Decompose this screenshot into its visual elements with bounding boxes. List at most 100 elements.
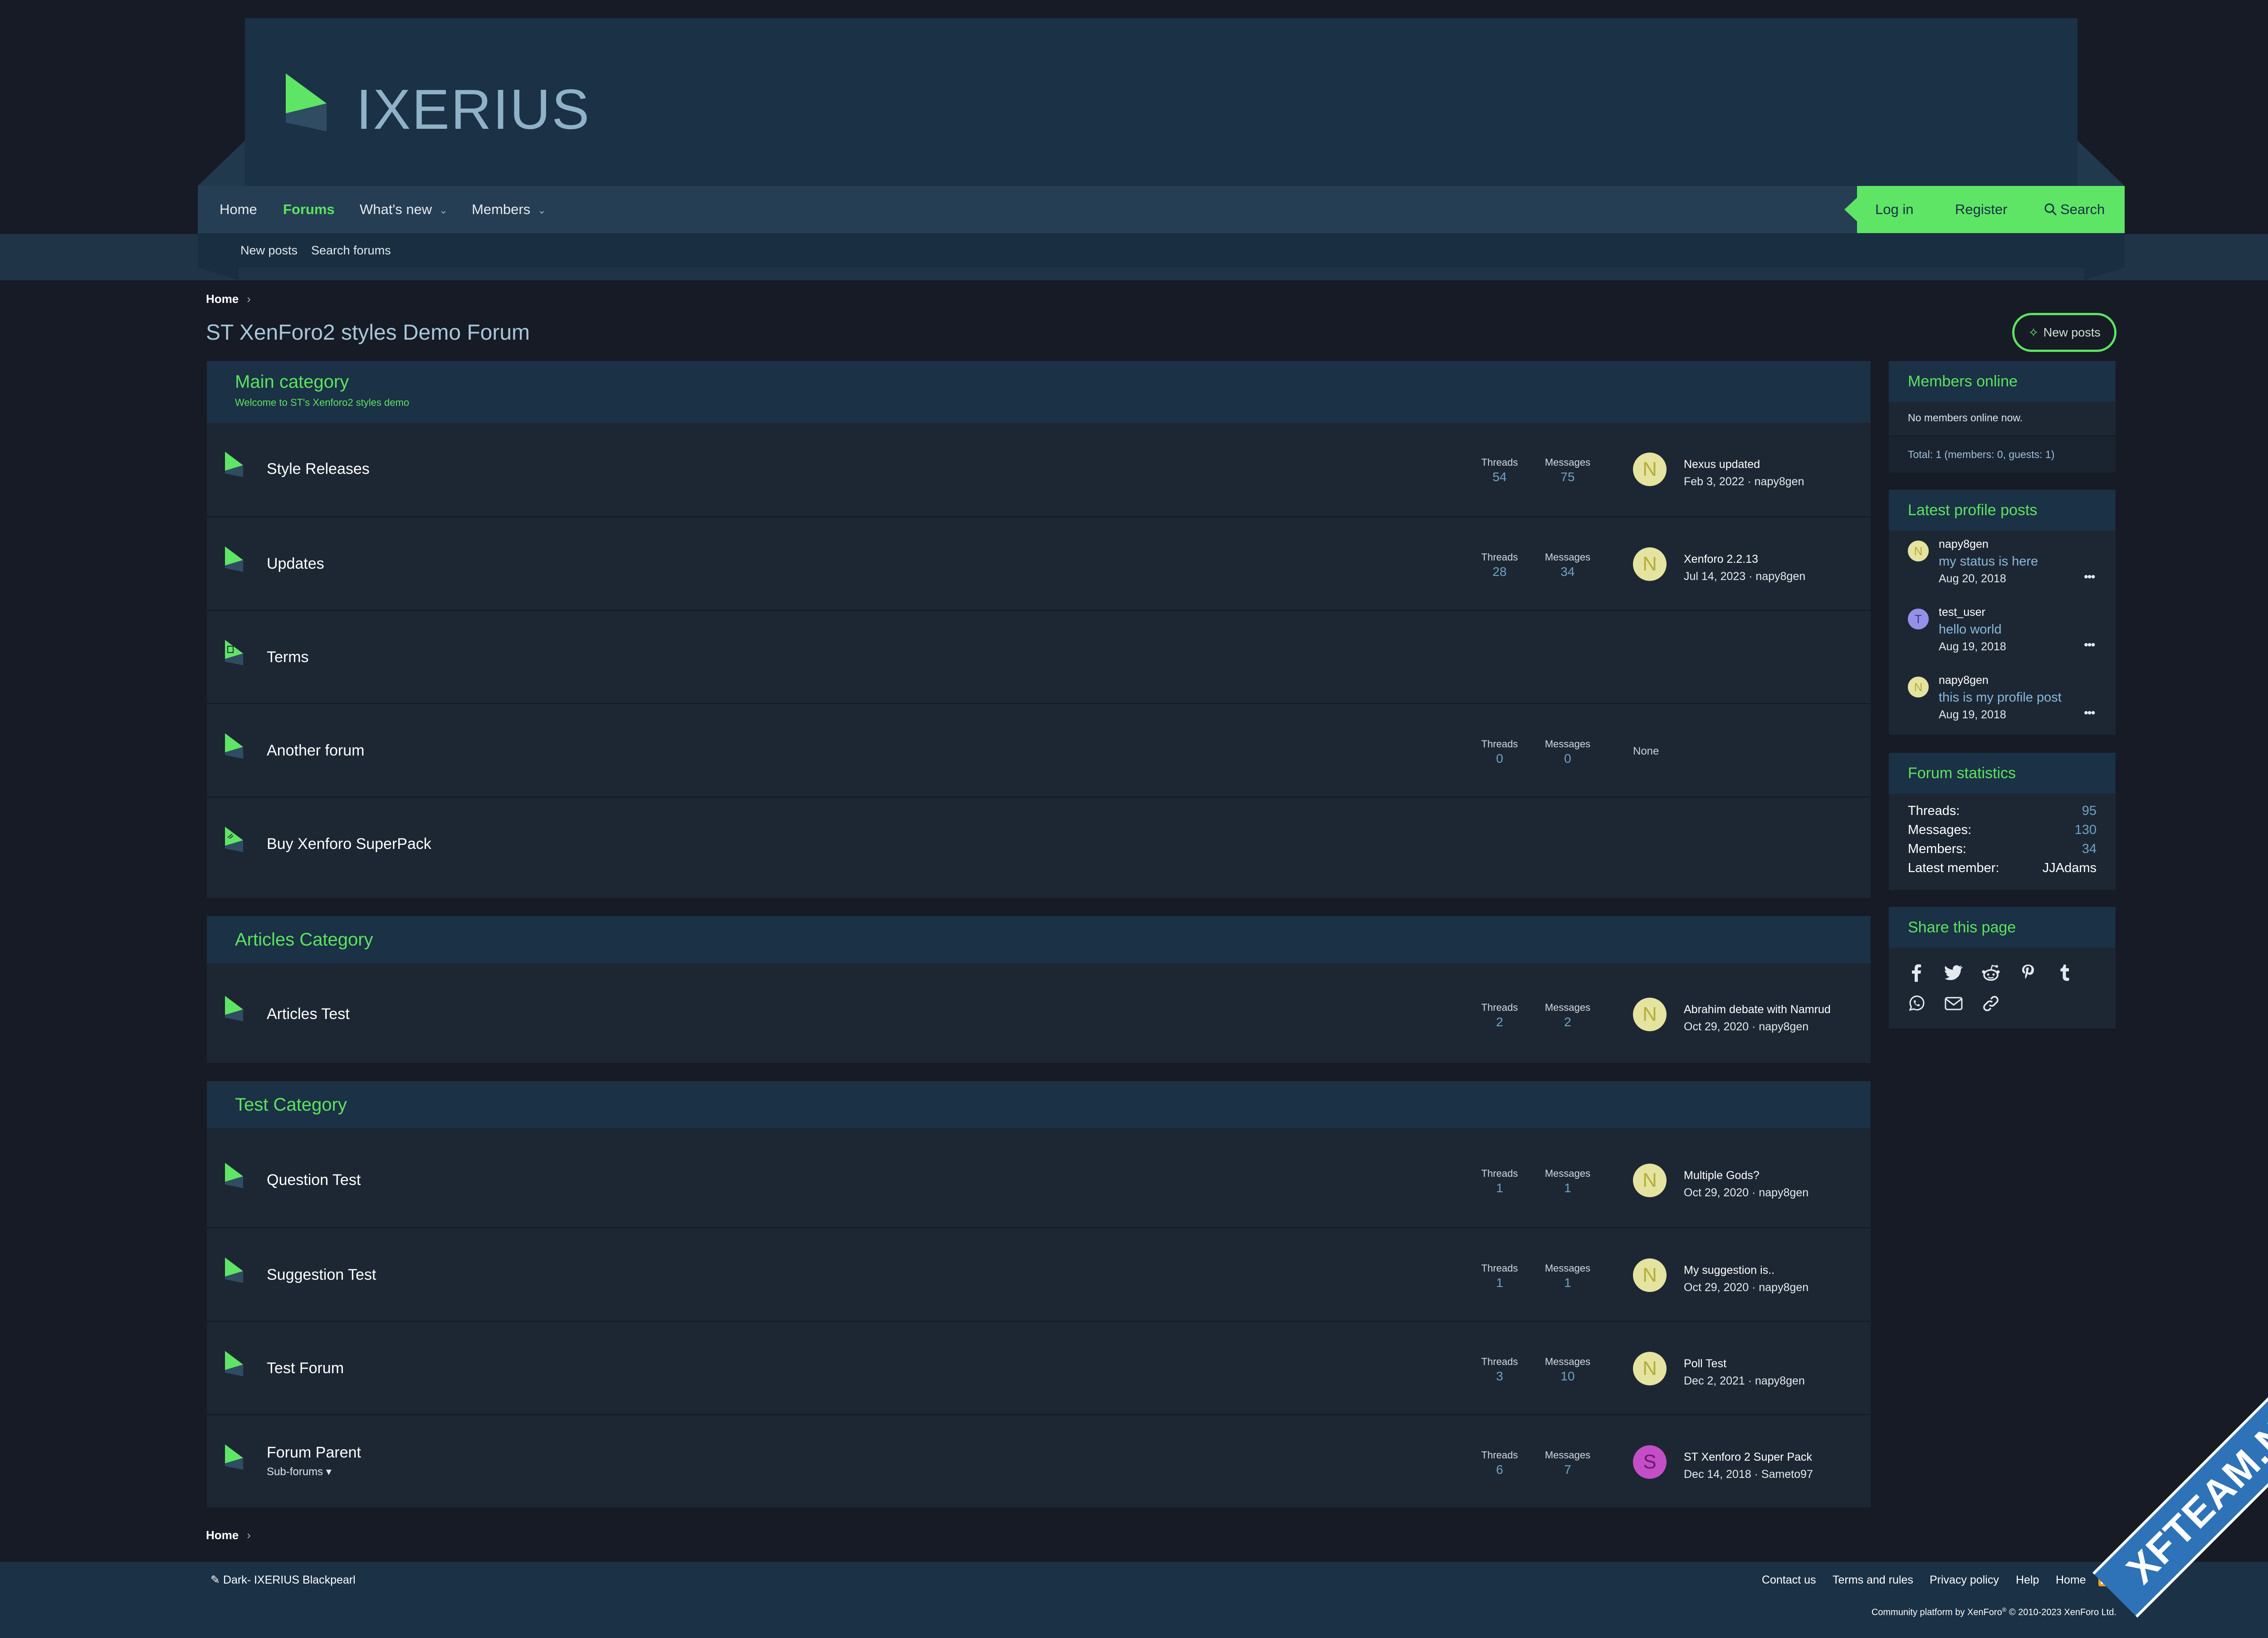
category-header: Articles Category bbox=[207, 916, 1871, 963]
logo-text[interactable]: IXERIUS bbox=[356, 80, 591, 140]
messages-stat: Messages 34 bbox=[1536, 551, 1599, 580]
block-title[interactable]: Latest profile posts bbox=[1908, 501, 2037, 520]
breadcrumb-home[interactable]: Home bbox=[206, 1528, 239, 1542]
avatar[interactable]: N bbox=[1633, 547, 1667, 581]
avatar[interactable]: N bbox=[1633, 998, 1667, 1031]
breadcrumb-home[interactable]: Home bbox=[206, 292, 239, 306]
nav-members[interactable]: Members ⌄ bbox=[472, 201, 546, 219]
last-post-title[interactable]: Poll Test bbox=[1684, 1356, 1726, 1371]
last-post-meta[interactable]: Feb 3, 2022 · napy8gen bbox=[1684, 474, 1804, 489]
forum-row: Suggestion Test Threads 1 Messages 1 N My … bbox=[207, 1227, 1871, 1320]
login-link[interactable]: Log in bbox=[1875, 201, 1913, 218]
subnav-new-posts[interactable]: New posts bbox=[240, 243, 298, 258]
breadcrumb[interactable]: Home › bbox=[206, 292, 251, 306]
avatar[interactable]: S bbox=[1633, 1445, 1667, 1479]
chevron-down-icon[interactable]: ⌄ bbox=[439, 202, 447, 219]
threads-stat: Threads 2 bbox=[1468, 1001, 1531, 1030]
profile-post-date[interactable]: Aug 19, 2018 bbox=[1939, 708, 2006, 722]
profile-post-date[interactable]: Aug 20, 2018 bbox=[1939, 572, 2006, 585]
pinterest-icon[interactable] bbox=[2017, 961, 2039, 984]
copyright[interactable]: Community platform by XenForo® © 2010-20… bbox=[1872, 1606, 2116, 1618]
nav-whats-new[interactable]: What's new ⌄ bbox=[360, 201, 448, 219]
messages-label: Messages bbox=[1545, 1449, 1591, 1461]
register-link[interactable]: Register bbox=[1955, 201, 2007, 218]
page-flag-icon bbox=[225, 640, 243, 665]
profile-post-date[interactable]: Aug 19, 2018 bbox=[1939, 640, 2006, 653]
last-post-title[interactable]: Nexus updated bbox=[1684, 457, 1760, 472]
profile-post-user[interactable]: napy8gen bbox=[1939, 674, 1989, 687]
forum-title[interactable]: Style Releases bbox=[267, 460, 370, 478]
auth-bar-notch bbox=[1844, 197, 1858, 222]
avatar[interactable]: N bbox=[1633, 1258, 1667, 1292]
last-post-meta[interactable]: Jul 14, 2023 · napy8gen bbox=[1684, 569, 1805, 584]
messages-value: 0 bbox=[1564, 751, 1571, 765]
forum-title[interactable]: Updates bbox=[267, 555, 324, 573]
avatar[interactable]: N bbox=[1908, 677, 1929, 697]
forum-title[interactable]: Buy Xenforo SuperPack bbox=[267, 835, 431, 853]
threads-value: 28 bbox=[1492, 565, 1507, 579]
footer-contact-us[interactable]: Contact us bbox=[1762, 1573, 1816, 1587]
last-post-meta[interactable]: Oct 29, 2020 · napy8gen bbox=[1684, 1185, 1809, 1200]
reddit-icon[interactable] bbox=[1980, 961, 2002, 984]
more-options-icon[interactable]: ••• bbox=[2084, 706, 2095, 720]
last-post-title[interactable]: ST Xenforo 2 Super Pack bbox=[1684, 1450, 1812, 1464]
latest-member-link[interactable]: JJAdams bbox=[2043, 861, 2097, 876]
messages-value: 34 bbox=[1560, 565, 1575, 579]
forum-title[interactable]: Another forum bbox=[267, 741, 364, 760]
forum-title[interactable]: Articles Test bbox=[267, 1005, 350, 1023]
twitter-icon[interactable] bbox=[1942, 961, 1965, 984]
profile-post-user[interactable]: napy8gen bbox=[1939, 538, 1989, 551]
more-options-icon[interactable]: ••• bbox=[2084, 638, 2095, 652]
forum-title[interactable]: Suggestion Test bbox=[267, 1266, 376, 1284]
avatar[interactable]: T bbox=[1908, 609, 1929, 629]
last-post-title[interactable]: Xenforo 2.2.13 bbox=[1684, 552, 1758, 566]
style-chooser[interactable]: ✎ Dark- IXERIUS Blackpearl bbox=[210, 1573, 356, 1587]
avatar[interactable]: N bbox=[1908, 541, 1929, 561]
forum-title[interactable]: Test Forum bbox=[267, 1359, 344, 1377]
last-post-title[interactable]: Abrahim debate with Namrud bbox=[1684, 1002, 1831, 1017]
footer-home[interactable]: Home bbox=[2056, 1573, 2086, 1587]
tumblr-icon[interactable] bbox=[2054, 961, 2077, 984]
header-wing-left bbox=[198, 141, 245, 186]
chevron-down-icon[interactable]: ⌄ bbox=[538, 202, 546, 219]
last-post-meta[interactable]: Oct 29, 2020 · napy8gen bbox=[1684, 1019, 1809, 1034]
profile-post-message[interactable]: hello world bbox=[1939, 622, 2002, 637]
threads-label: Threads bbox=[1481, 1263, 1518, 1274]
avatar[interactable]: N bbox=[1633, 1352, 1667, 1385]
category-title[interactable]: Articles Category bbox=[235, 929, 373, 951]
search-link[interactable]: Search bbox=[2044, 201, 2105, 218]
profile-post-user[interactable]: test_user bbox=[1939, 606, 1985, 619]
last-post-meta[interactable]: Oct 29, 2020 · napy8gen bbox=[1684, 1280, 1809, 1295]
more-options-icon[interactable]: ••• bbox=[2084, 570, 2095, 584]
profile-post-message[interactable]: this is my profile post bbox=[1939, 690, 2062, 705]
sub-forums-toggle[interactable]: Sub-forums ▾ bbox=[267, 1465, 332, 1478]
forum-title[interactable]: Terms bbox=[267, 648, 309, 666]
forum-title[interactable]: Question Test bbox=[267, 1171, 361, 1189]
facebook-icon[interactable] bbox=[1905, 961, 1928, 984]
profile-post-message[interactable]: my status is here bbox=[1939, 554, 2038, 569]
footer-terms[interactable]: Terms and rules bbox=[1833, 1573, 1913, 1587]
link-icon[interactable] bbox=[1980, 992, 2002, 1015]
category-title[interactable]: Test Category bbox=[235, 1094, 347, 1116]
footer-help[interactable]: Help bbox=[2016, 1573, 2039, 1587]
block-title[interactable]: Members online bbox=[1908, 372, 2018, 391]
new-posts-button[interactable]: ✧ New posts bbox=[2012, 313, 2116, 352]
footer-privacy[interactable]: Privacy policy bbox=[1930, 1573, 1999, 1587]
last-post-title[interactable]: My suggestion is.. bbox=[1684, 1263, 1774, 1277]
logo-flag-icon[interactable] bbox=[286, 73, 327, 132]
breadcrumb-bottom[interactable]: Home › bbox=[206, 1528, 251, 1542]
messages-value: 1 bbox=[1564, 1276, 1571, 1290]
last-post-meta[interactable]: Dec 2, 2021 · napy8gen bbox=[1684, 1374, 1805, 1388]
last-post-meta[interactable]: Dec 14, 2018 · Sameto97 bbox=[1684, 1467, 1813, 1482]
nav-forums[interactable]: Forums bbox=[283, 201, 335, 218]
forum-title[interactable]: Forum Parent bbox=[267, 1443, 361, 1462]
nav-home[interactable]: Home bbox=[220, 201, 257, 218]
whatsapp-icon[interactable] bbox=[1905, 992, 1928, 1015]
last-post-title[interactable]: Multiple Gods? bbox=[1684, 1168, 1760, 1183]
category-title[interactable]: Main category bbox=[235, 371, 349, 393]
avatar[interactable]: N bbox=[1633, 453, 1667, 486]
subnav-search-forums[interactable]: Search forums bbox=[311, 243, 391, 258]
avatar[interactable]: N bbox=[1633, 1164, 1667, 1197]
email-icon[interactable] bbox=[1942, 992, 1965, 1015]
forum-flag-icon bbox=[225, 733, 243, 759]
